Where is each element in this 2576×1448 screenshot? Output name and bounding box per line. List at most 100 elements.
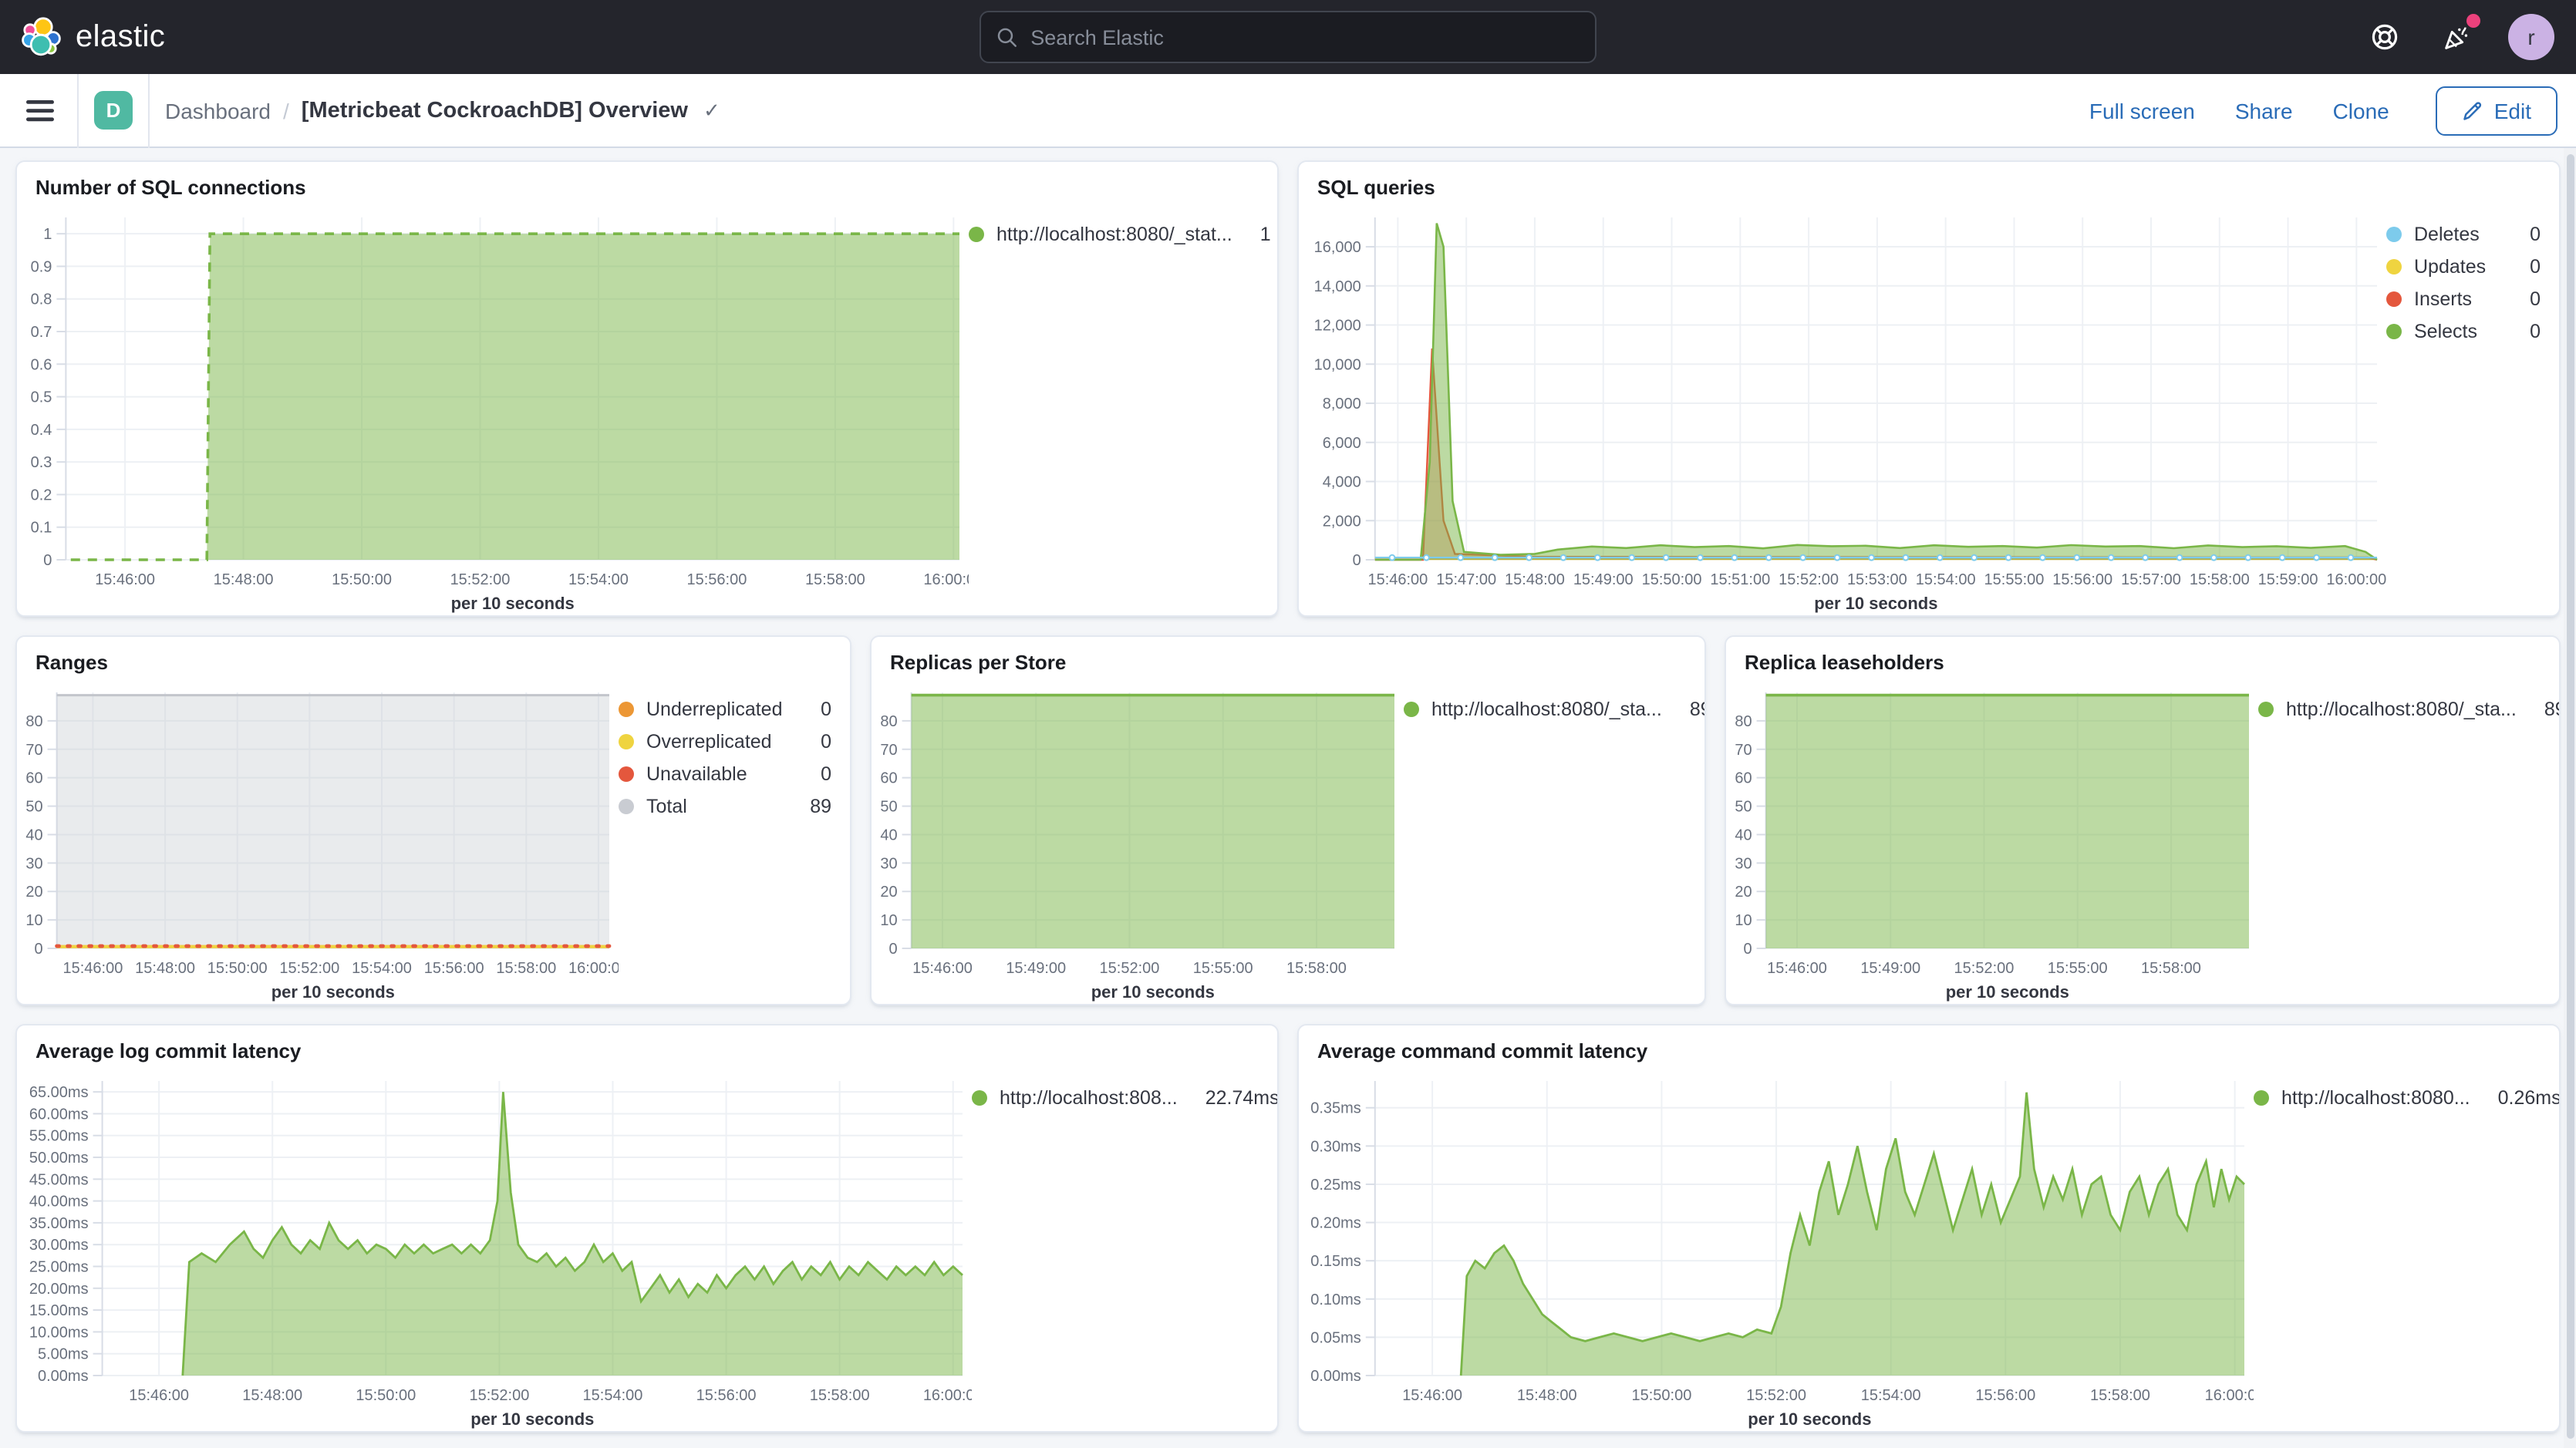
sql-connections-legend: http://localhost:8080/_stat...1 — [969, 202, 1277, 615]
legend-item[interactable]: Unavailable0 — [619, 763, 831, 785]
svg-text:0.9: 0.9 — [31, 258, 52, 275]
svg-text:per 10 seconds: per 10 seconds — [271, 982, 395, 1002]
replicas-per-store-chart[interactable]: 0102030405060708015:46:0015:49:0015:52:0… — [872, 677, 1404, 1004]
legend-item[interactable]: Underreplicated0 — [619, 699, 831, 720]
main-menu-button[interactable] — [19, 89, 62, 132]
svg-text:0: 0 — [1353, 552, 1361, 569]
panel-title: Number of SQL connections — [17, 162, 1277, 202]
legend-item[interactable]: Inserts0 — [2386, 288, 2541, 310]
svg-text:35.00ms: 35.00ms — [29, 1215, 89, 1232]
svg-text:per 10 seconds: per 10 seconds — [1814, 594, 1937, 613]
svg-text:0.8: 0.8 — [31, 291, 52, 308]
full-screen-button[interactable]: Full screen — [2089, 98, 2195, 123]
svg-text:0.30ms: 0.30ms — [1310, 1138, 1361, 1155]
legend-item[interactable]: Updates0 — [2386, 256, 2541, 278]
legend-item[interactable]: http://localhost:8080...0.26ms — [2254, 1087, 2541, 1109]
svg-text:15:51:00: 15:51:00 — [1710, 571, 1770, 588]
dashboard-toolbar: D Dashboard / [Metricbeat CockroachDB] O… — [0, 74, 2576, 148]
svg-text:15:55:00: 15:55:00 — [1984, 571, 2045, 588]
breadcrumb-separator: / — [283, 98, 289, 123]
clone-button[interactable]: Clone — [2333, 98, 2389, 123]
svg-text:15:46:00: 15:46:00 — [1367, 571, 1428, 588]
svg-text:15:46:00: 15:46:00 — [1767, 960, 1827, 977]
svg-text:0.10ms: 0.10ms — [1310, 1291, 1361, 1308]
legend-label: Overreplicated — [646, 731, 772, 753]
svg-text:2,000: 2,000 — [1323, 513, 1361, 530]
legend-item[interactable]: Selects0 — [2386, 321, 2541, 342]
svg-text:20.00ms: 20.00ms — [29, 1281, 89, 1298]
sql-connections-chart[interactable]: 00.10.20.30.40.50.60.70.80.9115:46:0015:… — [17, 202, 969, 615]
chart-canvas[interactable]: 0.00ms5.00ms10.00ms15.00ms20.00ms25.00ms… — [17, 1066, 972, 1431]
share-button[interactable]: Share — [2235, 98, 2293, 123]
scrollbar-thumb[interactable] — [2566, 154, 2574, 1439]
svg-text:15:52:00: 15:52:00 — [279, 960, 339, 977]
command-commit-latency-chart[interactable]: 0.00ms0.05ms0.10ms0.15ms0.20ms0.25ms0.30… — [1299, 1066, 2254, 1431]
global-search-bar[interactable] — [979, 11, 1597, 63]
svg-text:16:00:00: 16:00:00 — [923, 1387, 972, 1404]
window-scrollbar[interactable] — [2564, 148, 2576, 1448]
chart-canvas[interactable]: 0102030405060708015:46:0015:49:0015:52:0… — [872, 677, 1404, 1004]
edit-button-label: Edit — [2494, 98, 2531, 123]
svg-text:15:56:00: 15:56:00 — [686, 571, 747, 588]
ranges-legend: Underreplicated0 Overreplicated0 Unavailab… — [619, 677, 850, 1004]
legend-value: 89 — [1674, 699, 1706, 720]
legend-value: 89 — [794, 796, 831, 817]
newsfeed-button[interactable] — [2437, 19, 2474, 56]
svg-text:15:58:00: 15:58:00 — [1286, 960, 1347, 977]
svg-text:15:48:00: 15:48:00 — [242, 1387, 302, 1404]
breadcrumb-dashboard-link[interactable]: Dashboard — [165, 98, 271, 123]
elastic-logo[interactable]: elastic — [22, 17, 392, 57]
svg-text:per 10 seconds: per 10 seconds — [1748, 1409, 1871, 1429]
svg-text:45.00ms: 45.00ms — [29, 1171, 89, 1188]
sql-queries-chart[interactable]: 02,0004,0006,0008,00010,00012,00014,0001… — [1299, 202, 2386, 615]
command-commit-latency-legend: http://localhost:8080...0.26ms — [2254, 1066, 2559, 1431]
svg-text:15:52:00: 15:52:00 — [469, 1387, 529, 1404]
svg-text:25.00ms: 25.00ms — [29, 1259, 89, 1276]
chart-canvas[interactable]: 0102030405060708015:46:0015:49:0015:52:0… — [1726, 677, 2258, 1004]
svg-text:80: 80 — [1735, 713, 1752, 730]
svg-text:10.00ms: 10.00ms — [29, 1324, 89, 1341]
svg-text:15:48:00: 15:48:00 — [1517, 1387, 1577, 1404]
panel-ranges: Ranges 0102030405060708015:46:0015:48:00… — [15, 635, 851, 1005]
legend-item[interactable]: http://localhost:8080/_stat...1 — [969, 224, 1259, 245]
saved-check-icon[interactable]: ✓ — [703, 98, 720, 123]
legend-color-dot — [619, 766, 634, 782]
legend-item[interactable]: Deletes0 — [2386, 224, 2541, 245]
svg-text:15:54:00: 15:54:00 — [1861, 1387, 1921, 1404]
edit-button[interactable]: Edit — [2436, 86, 2557, 135]
svg-text:0.4: 0.4 — [31, 422, 52, 439]
chart-canvas[interactable]: 02,0004,0006,0008,00010,00012,00014,0001… — [1299, 202, 2386, 615]
replica-leaseholders-chart[interactable]: 0102030405060708015:46:0015:49:0015:52:0… — [1726, 677, 2258, 1004]
app-window: elastic — [0, 0, 2576, 1448]
legend-label: http://localhost:808... — [1000, 1087, 1178, 1109]
log-commit-latency-chart[interactable]: 0.00ms5.00ms10.00ms15.00ms20.00ms25.00ms… — [17, 1066, 972, 1431]
dashboard-app-badge[interactable]: D — [94, 91, 133, 130]
panel-replica-leaseholders: Replica leaseholders 0102030405060708015… — [1725, 635, 2561, 1005]
legend-item[interactable]: http://localhost:808...22.74ms — [972, 1087, 1259, 1109]
legend-item[interactable]: Overreplicated0 — [619, 731, 831, 753]
chart-canvas[interactable]: 0.00ms0.05ms0.10ms0.15ms0.20ms0.25ms0.30… — [1299, 1066, 2254, 1431]
svg-text:40: 40 — [25, 827, 42, 844]
chart-canvas[interactable]: 00.10.20.30.40.50.60.70.80.9115:46:0015:… — [17, 202, 969, 615]
user-avatar[interactable]: r — [2508, 14, 2554, 60]
legend-item[interactable]: Total89 — [619, 796, 831, 817]
svg-text:15:54:00: 15:54:00 — [352, 960, 412, 977]
legend-item[interactable]: http://localhost:8080/_sta...89 — [1404, 699, 1686, 720]
toolbar-divider — [148, 73, 150, 147]
legend-color-dot — [2386, 324, 2402, 339]
search-input[interactable] — [1030, 25, 1580, 49]
svg-text:16:00:00: 16:00:00 — [568, 960, 619, 977]
panel-title: Average command commit latency — [1299, 1025, 2559, 1066]
legend-color-dot — [2386, 227, 2402, 242]
svg-text:15:53:00: 15:53:00 — [1847, 571, 1907, 588]
help-menu-button[interactable] — [2366, 19, 2403, 56]
legend-value: 0 — [2514, 256, 2541, 278]
ranges-chart[interactable]: 0102030405060708015:46:0015:48:0015:50:0… — [17, 677, 619, 1004]
legend-item[interactable]: http://localhost:8080/_sta...89 — [2258, 699, 2541, 720]
svg-text:15:48:00: 15:48:00 — [214, 571, 274, 588]
chart-canvas[interactable]: 0102030405060708015:46:0015:48:0015:50:0… — [17, 677, 619, 1004]
panel-title: Replicas per Store — [872, 637, 1704, 677]
svg-text:15:52:00: 15:52:00 — [1954, 960, 2015, 977]
svg-text:15:46:00: 15:46:00 — [129, 1387, 189, 1404]
svg-text:55.00ms: 55.00ms — [29, 1128, 89, 1145]
